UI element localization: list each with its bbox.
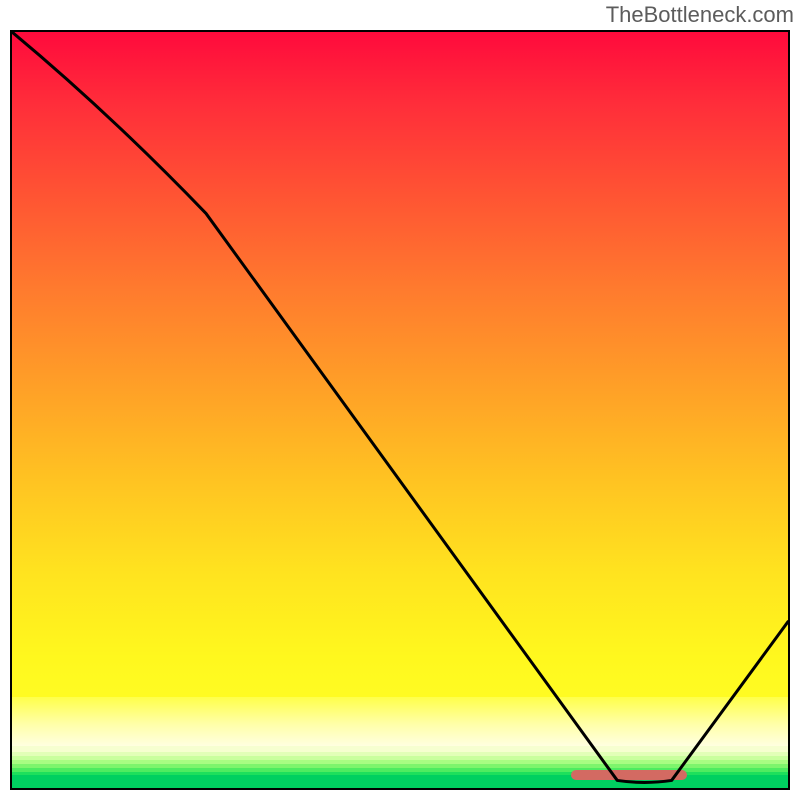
- plot-area: [10, 30, 790, 790]
- chart-frame: TheBottleneck.com: [0, 0, 800, 800]
- watermark-text: TheBottleneck.com: [606, 2, 794, 28]
- bottleneck-curve: [12, 32, 788, 788]
